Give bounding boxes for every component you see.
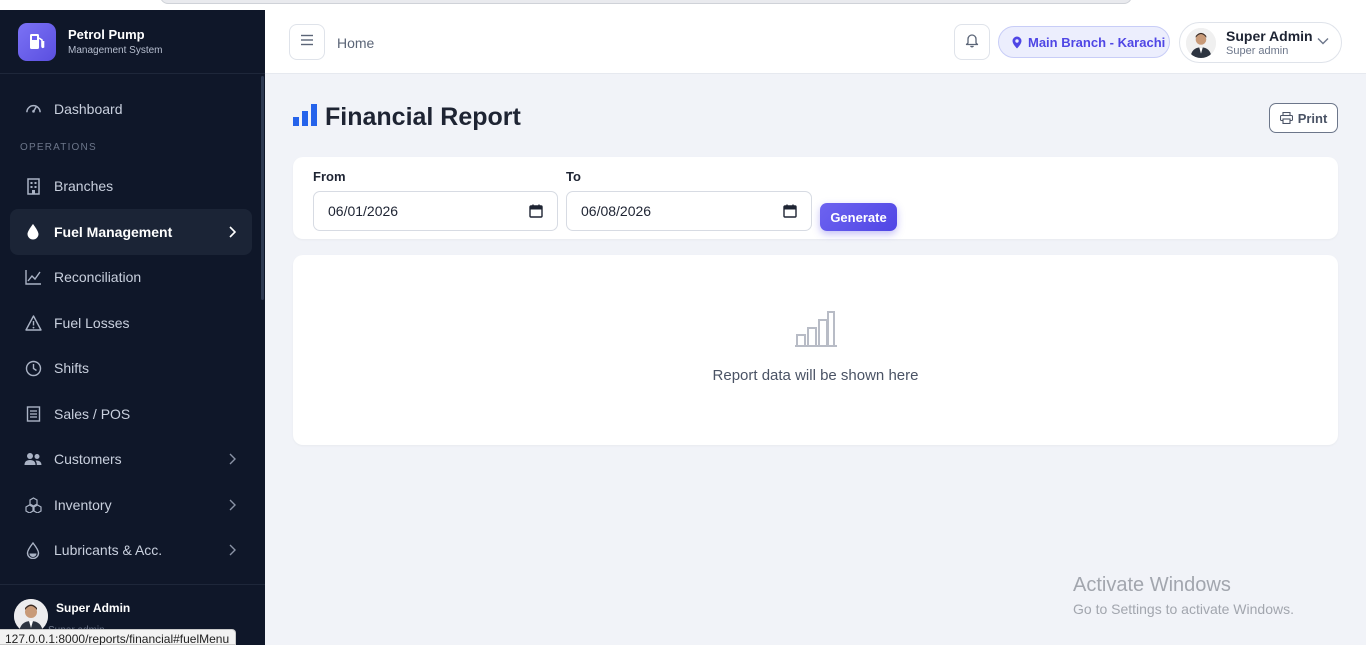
print-label: Print bbox=[1297, 110, 1328, 126]
from-date-value: 06/01/2026 bbox=[328, 203, 399, 219]
sidebar: Petrol Pump Management System Dashboard … bbox=[0, 10, 265, 645]
bar-chart-icon bbox=[293, 104, 317, 131]
sidebar-item-label: Lubricants & Acc. bbox=[54, 542, 163, 559]
sidebar-item-reconciliation[interactable]: Reconciliation bbox=[10, 255, 252, 301]
to-label: To bbox=[566, 169, 581, 184]
browser-tab[interactable] bbox=[160, 0, 1132, 4]
status-url: 127.0.0.1:8000/reports/financial#fuelMen… bbox=[0, 629, 237, 645]
report-card: Report data will be shown here bbox=[293, 255, 1338, 445]
clock-icon bbox=[24, 359, 42, 377]
branch-name: Main Branch - Karachi bbox=[1028, 34, 1166, 50]
sidebar-item-label: Fuel Losses bbox=[54, 314, 130, 331]
sidebar-item-label: Sales / POS bbox=[54, 405, 131, 422]
sidebar-item-fuel-management[interactable]: Fuel Management bbox=[10, 209, 252, 255]
map-pin-icon bbox=[1012, 36, 1022, 49]
page-title: Financial Report bbox=[293, 103, 521, 132]
sidebar-scrollbar[interactable] bbox=[261, 76, 264, 300]
sidebar-item-label: Reconciliation bbox=[54, 269, 142, 286]
sidebar-item-label: Inventory bbox=[54, 496, 112, 513]
to-date-input[interactable]: 06/08/2026 bbox=[566, 191, 812, 231]
brand-title: Petrol Pump bbox=[68, 27, 145, 42]
sidebar-item-label: Dashboard bbox=[54, 100, 123, 117]
droplet-icon bbox=[24, 223, 42, 241]
print-button[interactable]: Print bbox=[1269, 103, 1338, 133]
user-role: Super admin bbox=[1226, 45, 1289, 57]
bell-icon bbox=[965, 32, 979, 53]
topbar: Home Main Branch - Karachi Super Admin S… bbox=[265, 10, 1366, 74]
calendar-icon[interactable] bbox=[783, 204, 797, 218]
sidebar-item-fuel-losses[interactable]: Fuel Losses bbox=[10, 300, 252, 346]
sidebar-item-sales-pos[interactable]: Sales / POS bbox=[10, 391, 252, 437]
building-icon bbox=[24, 177, 42, 195]
brand[interactable]: Petrol Pump Management System bbox=[0, 10, 265, 74]
avatar bbox=[14, 599, 48, 633]
oil-drop-icon bbox=[24, 541, 42, 559]
sidebar-item-inventory[interactable]: Inventory bbox=[10, 482, 252, 528]
sidebar-item-label: Fuel Management bbox=[54, 223, 173, 240]
user-menu[interactable]: Super Admin Super admin bbox=[1179, 22, 1342, 63]
branch-selector[interactable]: Main Branch - Karachi bbox=[998, 26, 1170, 58]
hamburger-icon bbox=[300, 33, 314, 51]
browser-tab-strip bbox=[0, 0, 1366, 10]
chevron-down-icon bbox=[1317, 37, 1329, 45]
sidebar-item-customers[interactable]: Customers bbox=[10, 437, 252, 483]
printer-icon bbox=[1279, 112, 1293, 124]
brand-subtitle: Management System bbox=[68, 45, 163, 56]
sidebar-item-label: Shifts bbox=[54, 360, 90, 377]
watermark-subtitle: Go to Settings to activate Windows. bbox=[1073, 601, 1294, 617]
chevron-right-icon bbox=[228, 499, 240, 511]
sidebar-item-shifts[interactable]: Shifts bbox=[10, 346, 252, 392]
sidebar-item-label: Branches bbox=[54, 178, 114, 195]
line-chart-icon bbox=[24, 268, 42, 286]
generate-button[interactable]: Generate bbox=[820, 203, 897, 231]
sidebar-item-label: Customers bbox=[54, 451, 122, 468]
from-label: From bbox=[313, 169, 346, 184]
sidebar-item-branches[interactable]: Branches bbox=[10, 164, 252, 210]
to-date-value: 06/08/2026 bbox=[581, 203, 652, 219]
filter-card: From 06/01/2026 To 06/08/2026 Generate bbox=[293, 157, 1338, 239]
calendar-icon[interactable] bbox=[529, 204, 543, 218]
sidebar-item-dashboard[interactable]: Dashboard bbox=[10, 86, 252, 132]
page-title-text: Financial Report bbox=[325, 103, 521, 131]
users-icon bbox=[24, 450, 42, 468]
sidebar-user-name: Super Admin bbox=[56, 601, 131, 615]
breadcrumb[interactable]: Home bbox=[337, 35, 374, 51]
menu-toggle-button[interactable] bbox=[289, 24, 325, 60]
gauge-icon bbox=[24, 100, 42, 118]
chevron-right-icon bbox=[228, 544, 240, 556]
receipt-icon bbox=[24, 405, 42, 423]
avatar bbox=[1186, 27, 1216, 58]
empty-state-text: Report data will be shown here bbox=[712, 367, 919, 384]
chevron-right-icon bbox=[228, 453, 240, 465]
watermark-title: Activate Windows bbox=[1073, 574, 1231, 596]
warning-icon bbox=[24, 314, 42, 332]
boxes-icon bbox=[24, 496, 42, 514]
sidebar-nav: Dashboard OPERATIONS Branches Fuel Manag… bbox=[10, 86, 252, 573]
from-date-input[interactable]: 06/01/2026 bbox=[313, 191, 558, 231]
sidebar-section-operations: OPERATIONS bbox=[20, 142, 97, 153]
notifications-button[interactable] bbox=[954, 24, 990, 60]
fuel-pump-logo-icon bbox=[18, 22, 56, 61]
empty-chart-icon bbox=[795, 311, 837, 352]
user-name: Super Admin bbox=[1226, 28, 1313, 44]
activate-windows-watermark: Activate Windows Go to Settings to activ… bbox=[1073, 574, 1294, 617]
chevron-right-icon bbox=[228, 226, 240, 238]
sidebar-item-lubricants[interactable]: Lubricants & Acc. bbox=[10, 528, 252, 574]
